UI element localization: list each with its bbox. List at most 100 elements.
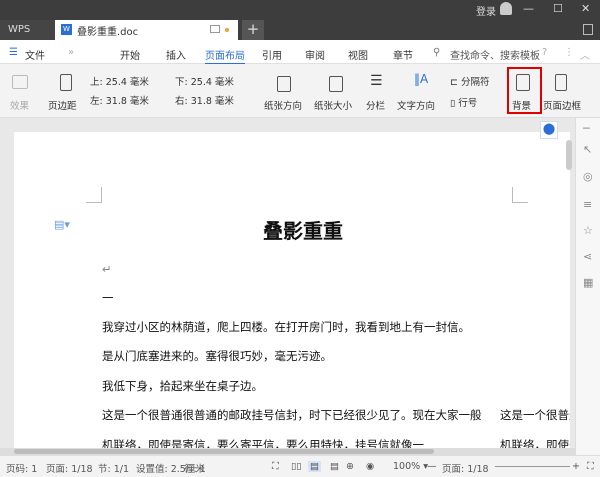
location-pin-icon[interactable]: ⬤: [540, 121, 558, 139]
effect-icon: [12, 75, 28, 89]
paragraph: 这是一个很普通很普通的邮政挂号信封，时下已经很少见了。现在大家一般: [102, 408, 482, 422]
separator-label: 分隔符: [460, 77, 490, 88]
columns-icon: ☰: [370, 73, 383, 89]
minimize-button[interactable]: —: [523, 2, 534, 15]
effect-button[interactable]: 效果: [10, 98, 29, 112]
right-margin-label: 右:: [175, 96, 188, 107]
tab-view[interactable]: 视图: [348, 47, 368, 62]
text-direction-button[interactable]: 文字方向: [397, 98, 435, 112]
paper-size-icon: [329, 76, 343, 92]
tab-review[interactable]: 审阅: [305, 47, 325, 62]
share-icon[interactable]: ⋖: [583, 250, 592, 263]
page-view-icon[interactable]: ▤: [308, 461, 321, 472]
left-margin-input[interactable]: 31.8 毫米: [106, 96, 149, 107]
top-margin-input[interactable]: 25.4 毫米: [106, 77, 149, 88]
document-page[interactable]: ▤▾: [14, 132, 570, 448]
horizontal-scrollbar[interactable]: [0, 448, 575, 455]
page-border-icon: [555, 74, 567, 91]
orientation-icon: [277, 76, 291, 92]
search-command-input[interactable]: 查找命令、搜索模板: [450, 47, 540, 62]
status-line: 行: 1: [184, 464, 206, 475]
background-icon: [516, 74, 530, 91]
close-button[interactable]: ✕: [581, 2, 590, 15]
right-sidebar: ─ ↖ ◎ ≡ ☆ ⋖ ▦: [575, 118, 600, 455]
monitor-icon: [210, 25, 220, 33]
tab-references[interactable]: 引用: [262, 47, 282, 62]
line-number-button[interactable]: ▯ 行号: [450, 95, 477, 109]
shapes-icon[interactable]: ◎: [583, 170, 593, 183]
zoom-out-button[interactable]: —: [427, 461, 437, 472]
document-title: 叠影重重: [263, 219, 343, 243]
help-icon[interactable]: ?: [542, 47, 547, 58]
status-pages: 页面: 1/18: [46, 464, 93, 475]
wps-home-tab[interactable]: WPS: [0, 20, 55, 40]
tab-chapter[interactable]: 章节: [393, 47, 413, 62]
fullscreen-icon[interactable]: ⛶: [272, 461, 279, 472]
doc-nav-icon[interactable]: ▤▾: [54, 218, 70, 231]
paragraph-overflow: 机联络，即使是寄信: [500, 438, 570, 448]
left-margin-label: 左:: [90, 96, 103, 107]
scrollbar-thumb[interactable]: [14, 449, 434, 454]
apps-icon[interactable]: ▦: [583, 276, 593, 289]
document-tab[interactable]: W 叠影重重.doc: [55, 20, 238, 40]
tab-home[interactable]: 开始: [120, 47, 140, 62]
more-options-icon[interactable]: ⋮: [564, 47, 574, 58]
login-link[interactable]: 登录: [476, 3, 496, 18]
status-page-number: 页码: 1: [6, 464, 38, 475]
paragraph: 机联络，即使是寄信，要么寄平信，要么用特快，挂号信就像一: [102, 438, 424, 448]
word-doc-icon: W: [61, 24, 72, 35]
bottom-margin-input[interactable]: 25.4 毫米: [191, 77, 234, 88]
paragraph: 一: [102, 291, 114, 305]
paragraph: 是从门底塞进来的。塞得很巧妙，毫无污迹。: [102, 349, 332, 363]
hamburger-icon[interactable]: ☰: [9, 47, 18, 58]
unsaved-dot-icon: [225, 28, 229, 32]
cursor-icon[interactable]: ↖: [583, 143, 592, 156]
zoom-in-button[interactable]: +: [572, 461, 580, 472]
status-bar: 页码: 1 页面: 1/18 节: 1/1 设置值: 2.5厘米 行: 1 ⛶ …: [0, 455, 600, 477]
paragraph-overflow: 这是一个很普通很普: [500, 408, 570, 422]
margin-button[interactable]: 页边距: [48, 98, 77, 112]
orientation-button[interactable]: 纸张方向: [264, 98, 302, 112]
maximize-button[interactable]: ☐: [553, 2, 563, 15]
avatar-icon[interactable]: [500, 2, 512, 15]
fit-icon[interactable]: ⛶: [587, 461, 594, 472]
background-button[interactable]: 背景: [512, 98, 531, 112]
collapse-ribbon-icon[interactable]: ︿: [580, 47, 590, 62]
columns-button[interactable]: 分栏: [366, 98, 385, 112]
zoom-slider[interactable]: [495, 466, 570, 467]
document-tab-label: 叠影重重.doc: [77, 27, 139, 38]
zoom-value: 100%: [393, 461, 421, 472]
new-tab-button[interactable]: +: [242, 20, 264, 40]
top-margin-label: 上:: [90, 77, 103, 88]
margin-corner-mark: [86, 187, 102, 203]
line-number-label: 行号: [458, 98, 478, 109]
paper-size-button[interactable]: 纸张大小: [314, 98, 352, 112]
menu-bar: ☰ 文件 » 开始 插入 页面布局 引用 审阅 视图 章节 ⚲ 查找命令、搜索模…: [0, 40, 600, 65]
menu-file[interactable]: 文件: [25, 47, 45, 62]
page-nav: 页面: 1/18: [442, 464, 489, 475]
right-margin-input[interactable]: 31.8 毫米: [191, 96, 234, 107]
vertical-scrollbar[interactable]: [566, 140, 572, 170]
outline-view-icon[interactable]: ▤: [330, 461, 339, 472]
wps-label: WPS: [8, 24, 31, 35]
star-icon[interactable]: ☆: [583, 224, 593, 237]
search-icon[interactable]: ⚲: [433, 47, 440, 58]
more-icon[interactable]: »: [68, 47, 74, 58]
tab-page-layout[interactable]: 页面布局: [205, 47, 245, 65]
margin-icon: [60, 74, 72, 91]
window-layout-icon[interactable]: [583, 24, 593, 35]
bottom-margin-label: 下:: [175, 77, 188, 88]
paragraph: 我低下身，拾起来坐在桌子边。: [102, 379, 263, 393]
reading-mode-icon[interactable]: ▯▯: [291, 461, 301, 472]
zoom-select[interactable]: 100% ▾: [393, 461, 428, 472]
paragraph: 我穿过小区的林荫道，爬上四楼。在打开房门时，我看到地上有一封信。: [102, 320, 470, 334]
eye-protection-icon[interactable]: ◉: [366, 461, 374, 472]
separator-button[interactable]: ⊏ 分隔符: [450, 74, 490, 88]
text-direction-icon: ‖A: [414, 72, 429, 86]
tab-insert[interactable]: 插入: [166, 47, 186, 62]
adjust-icon[interactable]: ≡: [583, 198, 592, 211]
status-section: 节: 1/1: [98, 464, 130, 475]
web-view-icon[interactable]: ⊕: [346, 461, 354, 472]
ribbon: 效果 页边距 上: 25.4 毫米 左: 31.8 毫米 下: 25.4 毫米 …: [0, 64, 600, 118]
page-border-button[interactable]: 页面边框: [543, 98, 581, 112]
